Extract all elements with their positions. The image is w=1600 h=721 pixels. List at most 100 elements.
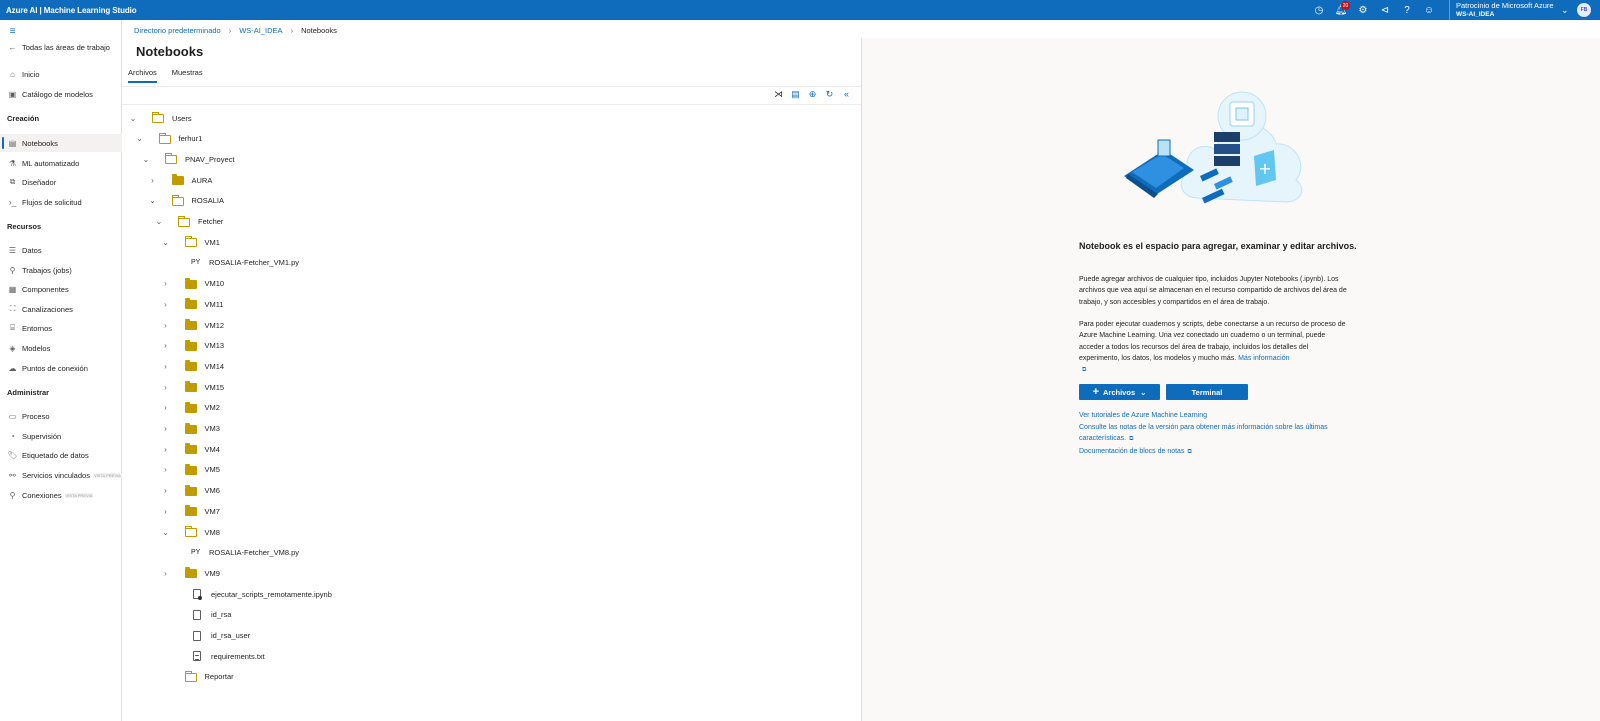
account-info[interactable]: Patrocinio de Microsoft Azure WS-AI_IDEA bbox=[1449, 0, 1554, 20]
tree-folder-row[interactable]: › VM15 bbox=[161, 377, 761, 397]
chevron-right-icon[interactable]: › bbox=[161, 486, 171, 495]
tree-item-label: ROSALIA-Fetcher_VM8.py bbox=[209, 548, 300, 558]
megaphone-icon[interactable]: ⊲ bbox=[1374, 0, 1396, 20]
breadcrumb-workspace[interactable]: WS-AI_IDEA bbox=[239, 26, 282, 35]
tree-file-row[interactable]: ejecutar_scripts_remotamente.ipynb bbox=[167, 584, 767, 604]
terminal-icon[interactable]: ▤ bbox=[787, 88, 804, 100]
sidebar-item-supervision[interactable]: ◔ Supervisión bbox=[0, 427, 122, 445]
sidebar-item-modelos[interactable]: ◈ Modelos bbox=[0, 339, 122, 357]
sidebar-item-servicios-vinculados[interactable]: ⚯ Servicios vinculados VISTA PREVIA bbox=[0, 466, 122, 484]
sidebar-item-ml-automatizado[interactable]: ⚗ ML automatizado bbox=[0, 154, 122, 172]
chevron-right-icon[interactable]: › bbox=[161, 321, 171, 330]
tree-folder-row[interactable]: › VM14 bbox=[161, 356, 761, 376]
gear-icon[interactable]: ⚙ bbox=[1352, 0, 1374, 20]
docs-link[interactable]: Documentación de blocs de notas ⧉ bbox=[1079, 446, 1359, 459]
bell-icon[interactable]: 🔔︎ 20 bbox=[1330, 0, 1352, 20]
help-icon[interactable]: ? bbox=[1396, 0, 1418, 20]
app-title[interactable]: Azure AI | Machine Learning Studio bbox=[6, 6, 137, 15]
tree-file-row[interactable]: id_rsa_user bbox=[167, 626, 767, 646]
tutorials-link[interactable]: Ver tutoriales de Azure Machine Learning bbox=[1079, 410, 1359, 422]
chevron-down-icon[interactable]: ⌄ bbox=[148, 196, 158, 205]
sidebar-item-canalizaciones[interactable]: ⛶ Canalizaciones bbox=[0, 300, 122, 318]
chevron-right-icon[interactable]: › bbox=[161, 507, 171, 516]
sidebar-item-catalogo[interactable]: ▣ Catálogo de modelos bbox=[0, 85, 122, 103]
tree-folder-row[interactable]: › VM3 bbox=[161, 419, 761, 439]
more-info-link[interactable]: Más información bbox=[1238, 355, 1289, 362]
chevron-right-icon[interactable]: › bbox=[161, 424, 171, 433]
tree-folder-row[interactable]: ⌄ PNAV_Proyect bbox=[141, 149, 741, 169]
chevron-right-icon[interactable]: › bbox=[161, 362, 171, 371]
sidebar-item-proceso[interactable]: ▭ Proceso bbox=[0, 407, 122, 425]
tree-folder-row[interactable]: › VM2 bbox=[161, 398, 761, 418]
tree-folder-row[interactable]: ⌄ VM8 bbox=[161, 522, 761, 542]
tree-file-row[interactable]: id_rsa bbox=[167, 605, 767, 625]
tree-folder-row[interactable]: › VM9 bbox=[161, 563, 761, 583]
chevron-right-icon[interactable]: › bbox=[161, 300, 171, 309]
sidebar-item-inicio[interactable]: ⌂ Inicio bbox=[0, 65, 122, 83]
tree-item-label: ejecutar_scripts_remotamente.ipynb bbox=[211, 589, 332, 599]
chevron-down-icon[interactable]: ⌄ bbox=[161, 528, 171, 537]
tree-file-row[interactable]: requirements.txt bbox=[167, 646, 767, 666]
sidebar-item-datos[interactable]: ☰ Datos bbox=[0, 241, 122, 259]
add-files-button[interactable]: + Archivos ⌄ bbox=[1079, 384, 1160, 400]
tree-folder-row[interactable]: › VM4 bbox=[161, 439, 761, 459]
chevron-down-icon[interactable]: ⌄ bbox=[161, 238, 171, 247]
tree-folder-row[interactable]: ⌄ Fetcher bbox=[154, 212, 754, 232]
clock-icon[interactable]: ◷ bbox=[1308, 0, 1330, 20]
tree-folder-row[interactable]: ⌄ Users bbox=[128, 108, 728, 128]
back-to-workspaces[interactable]: ← Todas las áreas de trabajo bbox=[0, 38, 122, 56]
tree-folder-row[interactable]: › AURA bbox=[148, 170, 748, 190]
tree-file-row[interactable]: PY ROSALIA-Fetcher_VM1.py bbox=[167, 253, 767, 273]
chevron-down-icon[interactable]: ⌄ bbox=[141, 155, 151, 164]
info-paragraph-2-text: Para poder ejecutar cuadernos y scripts,… bbox=[1079, 321, 1346, 362]
tree-folder-row[interactable]: ⌄ VM1 bbox=[161, 232, 761, 252]
chevron-right-icon[interactable]: › bbox=[161, 569, 171, 578]
sidebar-item-puntos-conexion[interactable]: ☁ Puntos de conexión bbox=[0, 359, 122, 377]
refresh-icon[interactable]: ↻ bbox=[821, 88, 838, 100]
sidebar-item-componentes[interactable]: ▦ Componentes bbox=[0, 280, 122, 298]
chevron-right-icon[interactable]: › bbox=[161, 341, 171, 350]
tree-folder-row[interactable]: › VM13 bbox=[161, 336, 761, 356]
tab-muestras[interactable]: Muestras bbox=[172, 66, 203, 83]
chevron-right-icon[interactable]: › bbox=[161, 383, 171, 392]
tree-folder-row[interactable]: › VM6 bbox=[161, 481, 761, 501]
chevron-right-icon[interactable]: › bbox=[161, 445, 171, 454]
tree-folder-row[interactable]: › VM7 bbox=[161, 501, 761, 521]
tree-file-row[interactable]: PY ROSALIA-Fetcher_VM8.py bbox=[167, 543, 767, 563]
sidebar-item-etiquetado[interactable]: 🏷︎ Etiquetado de datos bbox=[0, 446, 122, 464]
sidebar-item-label: Proceso bbox=[22, 411, 50, 421]
sidebar-item-entornos[interactable]: ⌸ Entornos bbox=[0, 319, 122, 337]
tree-folder-row[interactable]: ⌄ ROSALIA bbox=[148, 191, 748, 211]
smiley-icon[interactable]: ☺ bbox=[1418, 0, 1440, 20]
sidebar-item-disenador[interactable]: ⧉ Diseñador bbox=[0, 173, 122, 191]
tree-folder-row[interactable]: › VM12 bbox=[161, 315, 761, 335]
terminal-button[interactable]: Terminal bbox=[1166, 384, 1248, 400]
sidebar-item-notebooks[interactable]: ▤ Notebooks bbox=[0, 134, 122, 152]
chevron-down-icon[interactable]: ⌄ bbox=[154, 217, 164, 226]
tree-folder-row[interactable]: › VM5 bbox=[161, 460, 761, 480]
tree-folder-row[interactable]: ⌄ ferhur1 bbox=[135, 129, 735, 149]
sidebar-item-trabajos[interactable]: ⚲ Trabajos (jobs) bbox=[0, 261, 122, 279]
chevron-down-icon[interactable]: ⌄ bbox=[1561, 5, 1569, 16]
chevron-right-icon[interactable]: › bbox=[161, 279, 171, 288]
breadcrumb-directory[interactable]: Directorio predeterminado bbox=[134, 26, 221, 35]
tree-folder-row[interactable]: Reportar bbox=[161, 667, 761, 687]
tree-item-label: VM3 bbox=[204, 424, 220, 433]
sidebar-item-flujos[interactable]: ›_ Flujos de solicitud bbox=[0, 193, 122, 211]
vscode-icon[interactable]: ⋊ bbox=[770, 88, 787, 100]
chevron-right-icon[interactable]: › bbox=[148, 176, 158, 185]
sidebar-item-conexiones[interactable]: ⚲ Conexiones VISTA PREVIA bbox=[0, 486, 122, 504]
chevron-down-icon[interactable]: ⌄ bbox=[135, 134, 145, 143]
python-file-icon: PY bbox=[191, 548, 201, 556]
tree-folder-row[interactable]: › VM11 bbox=[161, 294, 761, 314]
chevron-right-icon[interactable]: › bbox=[161, 403, 171, 412]
avatar[interactable]: FB bbox=[1577, 3, 1591, 17]
tab-archivos[interactable]: Archivos bbox=[128, 66, 157, 83]
release-notes-link[interactable]: Consulte las notas de la versión para ob… bbox=[1079, 422, 1359, 446]
environments-icon: ⌸ bbox=[10, 323, 15, 332]
chevron-down-icon[interactable]: ⌄ bbox=[128, 114, 138, 123]
collapse-icon[interactable]: « bbox=[838, 88, 855, 100]
tree-folder-row[interactable]: › VM10 bbox=[161, 274, 761, 294]
add-file-icon[interactable]: ⊕ bbox=[804, 88, 821, 100]
chevron-right-icon[interactable]: › bbox=[161, 465, 171, 474]
